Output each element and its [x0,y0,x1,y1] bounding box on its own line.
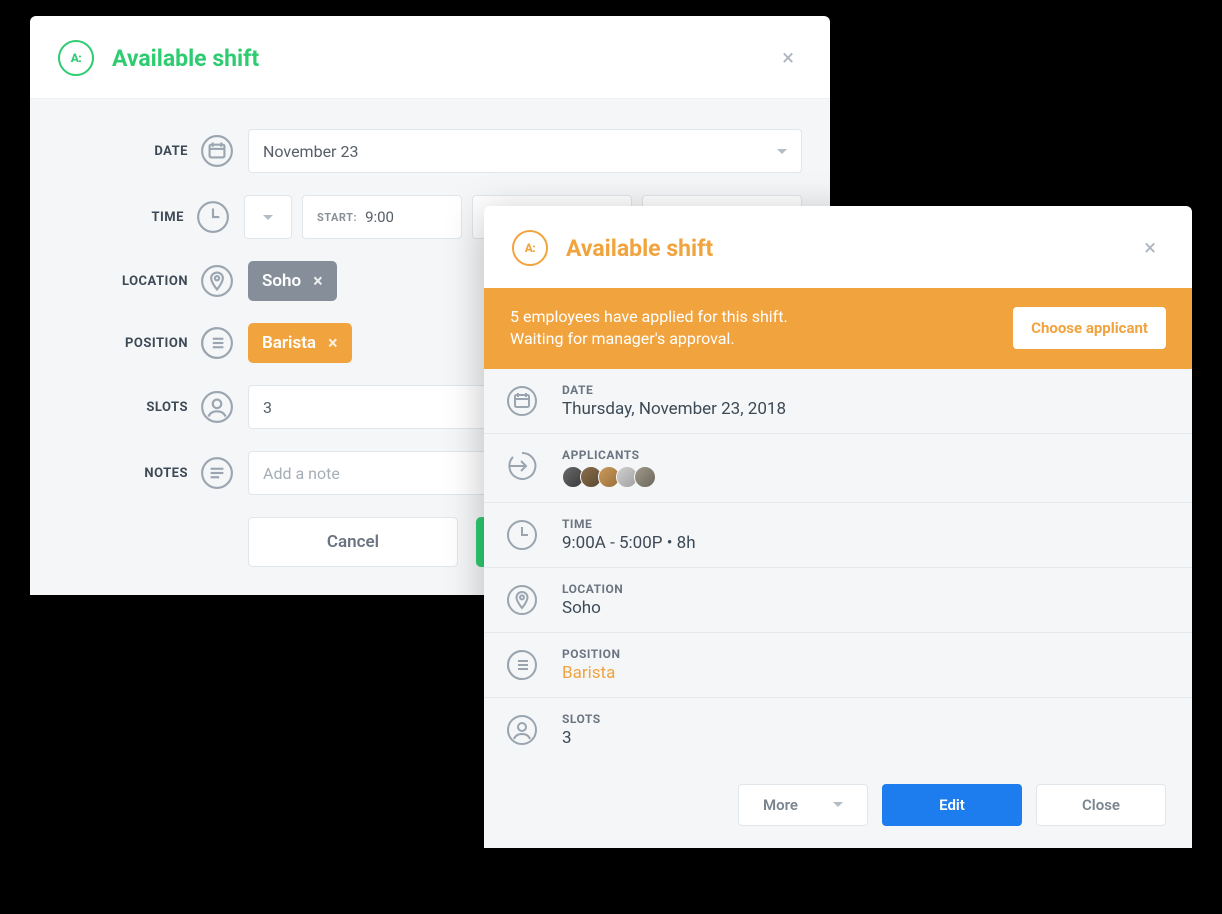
start-value: 9:00 [365,208,394,226]
notes-icon [200,456,234,490]
position-label: POSITION [58,336,188,351]
date-value: November 23 [263,142,358,161]
info-row-applicants: APPLICANTS [484,434,1192,503]
location-chip-text: Soho [262,271,301,291]
position-value: Barista [562,663,620,683]
time-label: TIME [562,517,696,531]
clock-icon [196,200,230,234]
chip-remove-icon[interactable]: × [328,333,338,354]
location-pin-icon [200,264,234,298]
edit-modal-title: Available shift [112,45,259,72]
chevron-down-icon [777,149,787,154]
calendar-icon [200,134,234,168]
location-chip[interactable]: Soho × [248,261,337,301]
start-label: START: [317,211,357,224]
approval-banner: 5 employees have applied for this shift.… [484,288,1192,369]
position-chip-text: Barista [262,333,316,353]
info-row-slots: SLOTS 3 [484,698,1192,762]
applicant-avatars[interactable] [562,466,656,488]
info-row-time: TIME 9:00A - 5:00P • 8h [484,503,1192,568]
more-label: More [763,796,798,814]
notes-placeholder: Add a note [263,464,340,483]
clock-icon [506,519,538,551]
more-button[interactable]: More [738,784,868,826]
date-label: DATE [562,383,786,397]
arrow-in-icon [506,450,538,482]
time-preset-select[interactable] [244,195,292,239]
slots-label: SLOTS [58,400,188,415]
info-row-position: POSITION Barista [484,633,1192,698]
date-label: DATE [58,144,188,159]
date-select[interactable]: November 23 [248,129,802,173]
shift-detail-modal: A: Available shift × 5 employees have ap… [484,206,1192,848]
avatar[interactable] [634,466,656,488]
slots-value: 3 [263,398,272,417]
date-value: Thursday, November 23, 2018 [562,399,786,419]
calendar-icon [506,385,538,417]
app-logo-icon: A: [58,40,94,76]
detail-modal-title: Available shift [566,235,713,262]
slots-label: SLOTS [562,712,601,726]
location-label: LOCATION [58,274,188,289]
cancel-button[interactable]: Cancel [248,517,458,567]
detail-modal-footer: More Edit Close [484,762,1192,848]
edit-button[interactable]: Edit [882,784,1022,826]
chevron-down-icon [263,215,273,220]
banner-text: 5 employees have applied for this shift.… [510,306,788,351]
location-value: Soho [562,598,623,618]
close-icon[interactable]: × [1136,232,1164,265]
close-button[interactable]: Close [1036,784,1166,826]
person-icon [200,390,234,424]
chevron-down-icon [833,802,843,807]
detail-modal-header: A: Available shift × [484,206,1192,288]
banner-line1: 5 employees have applied for this shift. [510,306,788,328]
person-icon [506,714,538,746]
edit-modal-header: A: Available shift × [30,16,830,99]
banner-line2: Waiting for manager's approval. [510,328,788,350]
info-row-date: DATE Thursday, November 23, 2018 [484,369,1192,434]
notes-label: NOTES [58,466,188,481]
chip-remove-icon[interactable]: × [313,271,323,292]
info-list: DATE Thursday, November 23, 2018 APPLICA… [484,369,1192,848]
position-chip[interactable]: Barista × [248,323,352,363]
info-row-location: LOCATION Soho [484,568,1192,633]
applicants-label: APPLICANTS [562,448,656,462]
location-label: LOCATION [562,582,623,596]
location-pin-icon [506,584,538,616]
position-label: POSITION [562,647,620,661]
time-label: TIME [58,210,184,225]
date-row: DATE November 23 [58,129,802,173]
position-icon [506,649,538,681]
app-logo-icon: A: [512,230,548,266]
start-time-input[interactable]: START: 9:00 [302,195,462,239]
slots-value: 3 [562,728,601,748]
choose-applicant-button[interactable]: Choose applicant [1013,307,1166,349]
position-icon [200,326,234,360]
time-value: 9:00A - 5:00P • 8h [562,533,696,553]
close-icon[interactable]: × [774,42,802,75]
